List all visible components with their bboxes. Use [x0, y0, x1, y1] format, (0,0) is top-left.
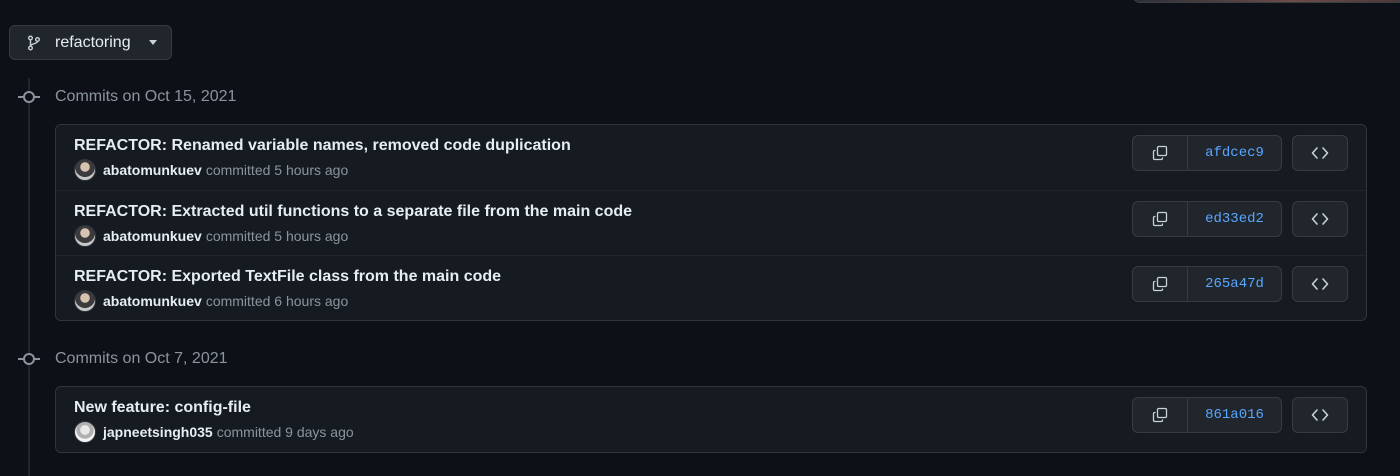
- copy-sha-button[interactable]: [1133, 398, 1188, 432]
- copy-icon: [1152, 211, 1168, 227]
- author-link[interactable]: abatomunkuev: [103, 228, 202, 244]
- commit-action: committed: [205, 228, 271, 244]
- commit-group-header: Commits on Oct 7, 2021: [18, 350, 228, 368]
- copy-sha-button[interactable]: [1133, 267, 1188, 301]
- code-icon: [1311, 409, 1329, 421]
- commit-meta: abatomunkuev committed 5 hours ago: [74, 159, 348, 181]
- commit-meta: japneetsingh035 committed 9 days ago: [74, 421, 354, 443]
- copy-icon: [1152, 407, 1168, 423]
- copy-sha-button[interactable]: [1133, 136, 1188, 170]
- branch-selector-button[interactable]: refactoring: [9, 25, 172, 60]
- commit-actions: 861a016: [1132, 397, 1348, 433]
- commit-history-page: refactoring Commits on Oct 15, 2021 REFA…: [0, 0, 1400, 476]
- commit-row: REFACTOR: Extracted util functions to a …: [56, 190, 1366, 255]
- copy-sha-button[interactable]: [1133, 202, 1188, 236]
- commit-group-header: Commits on Oct 15, 2021: [18, 88, 236, 106]
- commit-time: 6 hours ago: [274, 293, 349, 309]
- commit-time: 9 days ago: [285, 424, 354, 440]
- commit-meta: abatomunkuev committed 6 hours ago: [74, 290, 348, 312]
- commit-row: New feature: config-file japneetsingh035…: [56, 387, 1366, 452]
- sha-button-group: ed33ed2: [1132, 201, 1282, 237]
- author-link[interactable]: abatomunkuev: [103, 162, 202, 178]
- copy-icon: [1152, 145, 1168, 161]
- commit-action: committed: [205, 162, 271, 178]
- code-icon: [1311, 278, 1329, 290]
- commit-row: REFACTOR: Exported TextFile class from t…: [56, 255, 1366, 320]
- corner-image: [1132, 0, 1400, 3]
- commit-sha-link[interactable]: 265a47d: [1188, 267, 1281, 301]
- browse-repo-button[interactable]: [1292, 201, 1348, 237]
- browse-repo-button[interactable]: [1292, 266, 1348, 302]
- code-icon: [1311, 213, 1329, 225]
- git-commit-icon: [18, 352, 40, 366]
- commit-action: committed: [205, 293, 271, 309]
- commit-message-link[interactable]: REFACTOR: Renamed variable names, remove…: [74, 137, 571, 155]
- copy-icon: [1152, 276, 1168, 292]
- sha-button-group: afdcec9: [1132, 135, 1282, 171]
- commit-list: REFACTOR: Renamed variable names, remove…: [55, 124, 1367, 321]
- commit-list: New feature: config-file japneetsingh035…: [55, 386, 1367, 453]
- author-link[interactable]: japneetsingh035: [103, 424, 213, 440]
- group-title: Commits on Oct 15, 2021: [55, 88, 237, 105]
- commit-time: 5 hours ago: [274, 228, 349, 244]
- commit-time: 5 hours ago: [274, 162, 349, 178]
- commit-actions: afdcec9: [1132, 135, 1348, 171]
- commit-actions: 265a47d: [1132, 266, 1348, 302]
- commit-sha-link[interactable]: 861a016: [1188, 398, 1281, 432]
- avatar[interactable]: [74, 225, 96, 247]
- avatar[interactable]: [74, 159, 96, 181]
- git-commit-icon: [18, 90, 40, 104]
- branch-name: refactoring: [55, 33, 131, 51]
- author-link[interactable]: abatomunkuev: [103, 293, 202, 309]
- avatar[interactable]: [74, 290, 96, 312]
- commit-action: committed: [216, 424, 282, 440]
- commit-meta: abatomunkuev committed 5 hours ago: [74, 225, 348, 247]
- commit-message-link[interactable]: New feature: config-file: [74, 399, 251, 417]
- code-icon: [1311, 147, 1329, 159]
- browse-repo-button[interactable]: [1292, 397, 1348, 433]
- commit-message-link[interactable]: REFACTOR: Extracted util functions to a …: [74, 203, 632, 221]
- avatar[interactable]: [74, 421, 96, 443]
- commit-message-link[interactable]: REFACTOR: Exported TextFile class from t…: [74, 268, 501, 286]
- commit-sha-link[interactable]: afdcec9: [1188, 136, 1281, 170]
- git-branch-icon: [26, 35, 42, 51]
- timeline-line: [28, 78, 30, 476]
- caret-down-icon: [149, 40, 157, 45]
- sha-button-group: 265a47d: [1132, 266, 1282, 302]
- commit-actions: ed33ed2: [1132, 201, 1348, 237]
- commit-row: REFACTOR: Renamed variable names, remove…: [56, 125, 1366, 190]
- commit-sha-link[interactable]: ed33ed2: [1188, 202, 1281, 236]
- browse-repo-button[interactable]: [1292, 135, 1348, 171]
- sha-button-group: 861a016: [1132, 397, 1282, 433]
- group-title: Commits on Oct 7, 2021: [55, 350, 228, 367]
